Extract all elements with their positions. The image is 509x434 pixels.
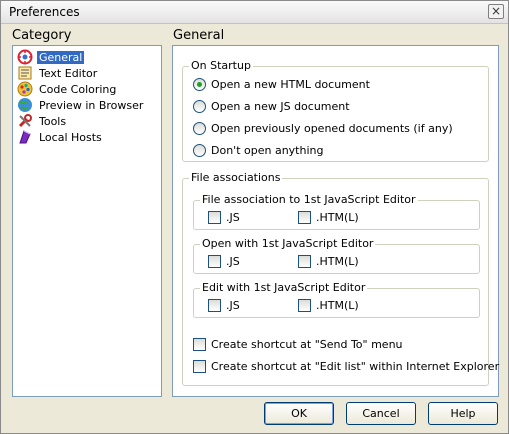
tree-label-text-editor: Text Editor xyxy=(39,66,98,80)
shortcut-edit-list-label: Create shortcut at "Edit list" within In… xyxy=(211,360,500,373)
startup-group-label: On Startup xyxy=(189,59,253,72)
tree-item-preview-browser[interactable]: Preview in Browser xyxy=(17,97,145,113)
tree-label-tools: Tools xyxy=(39,114,67,128)
radio-none[interactable] xyxy=(193,144,206,157)
assoc-2-js[interactable]: .JS xyxy=(208,255,240,268)
assoc-2-htm-label: .HTM(L) xyxy=(316,255,359,268)
tree-item-local-hosts[interactable]: Local Hosts xyxy=(17,129,104,145)
shortcut-edit-list[interactable]: Create shortcut at "Edit list" within In… xyxy=(193,360,499,373)
close-icon: × xyxy=(490,4,502,18)
general-heading: General xyxy=(173,28,225,43)
assoc-3-js-label: .JS xyxy=(226,299,240,312)
radio-js[interactable] xyxy=(193,100,206,113)
startup-option-js[interactable]: Open a new JS document xyxy=(193,100,350,113)
assoc-3-htm-checkbox[interactable] xyxy=(298,299,311,312)
assoc-2-htm[interactable]: .HTM(L) xyxy=(298,255,359,268)
tree-label-code-coloring: Code Coloring xyxy=(39,82,117,96)
tree-item-general[interactable]: General xyxy=(17,49,85,65)
assoc-subgroup-2: Open with 1st JavaScript Editor .JS .HTM… xyxy=(193,237,480,274)
code-coloring-icon xyxy=(17,81,33,97)
tree-label-local-hosts: Local Hosts xyxy=(39,130,102,144)
assoc-2-js-checkbox[interactable] xyxy=(208,255,221,268)
startup-option-js-label: Open a new JS document xyxy=(211,100,350,113)
tree-item-text-editor[interactable]: Text Editor xyxy=(17,65,99,81)
startup-option-html-label: Open a new HTML document xyxy=(211,78,370,91)
assoc-subgroup-1: File association to 1st JavaScript Edito… xyxy=(193,193,480,230)
assoc-1-htm-checkbox[interactable] xyxy=(298,211,311,224)
startup-option-html[interactable]: Open a new HTML document xyxy=(193,78,370,91)
assoc-1-js-label: .JS xyxy=(226,211,240,224)
local-hosts-icon xyxy=(17,129,33,145)
radio-previous[interactable] xyxy=(193,122,206,135)
tree-item-code-coloring[interactable]: Code Coloring xyxy=(17,81,118,97)
assoc-3-js[interactable]: .JS xyxy=(208,299,240,312)
general-panel: On Startup Open a new HTML document Open… xyxy=(172,45,499,397)
assoc-1-htm[interactable]: .HTM(L) xyxy=(298,211,359,224)
associations-group: File associations File association to 1s… xyxy=(182,171,499,386)
help-button[interactable]: Help xyxy=(428,402,498,425)
assoc-1-js-checkbox[interactable] xyxy=(208,211,221,224)
startup-option-none-label: Don't open anything xyxy=(211,144,324,157)
assoc-2-js-label: .JS xyxy=(226,255,240,268)
associations-group-label: File associations xyxy=(189,171,283,184)
assoc-3-htm-label: .HTM(L) xyxy=(316,299,359,312)
close-button[interactable]: × xyxy=(488,4,504,19)
startup-group: On Startup Open a new HTML document Open… xyxy=(182,59,489,162)
tree-label-preview-browser: Preview in Browser xyxy=(39,98,144,112)
assoc-1-js[interactable]: .JS xyxy=(208,211,240,224)
assoc-subgroup-3-label: Edit with 1st JavaScript Editor xyxy=(200,281,368,294)
general-icon xyxy=(17,49,33,65)
shortcut-send-to[interactable]: Create shortcut at "Send To" menu xyxy=(193,338,403,351)
preferences-window: Preferences × Category General General T… xyxy=(0,0,509,434)
assoc-2-htm-checkbox[interactable] xyxy=(298,255,311,268)
radio-html[interactable] xyxy=(193,78,206,91)
assoc-subgroup-1-label: File association to 1st JavaScript Edito… xyxy=(200,193,418,206)
tree-item-tools[interactable]: Tools xyxy=(17,113,68,129)
assoc-3-js-checkbox[interactable] xyxy=(208,299,221,312)
text-editor-icon xyxy=(17,65,33,81)
category-tree[interactable]: General Text Editor Code Coloring Previe… xyxy=(12,45,162,397)
startup-option-none[interactable]: Don't open anything xyxy=(193,144,323,157)
window-title: Preferences xyxy=(9,5,80,19)
assoc-1-htm-label: .HTM(L) xyxy=(316,211,359,224)
assoc-subgroup-3: Edit with 1st JavaScript Editor .JS .HTM… xyxy=(193,281,480,318)
shortcut-edit-list-checkbox[interactable] xyxy=(193,360,206,373)
shortcut-send-to-checkbox[interactable] xyxy=(193,338,206,351)
preview-browser-icon xyxy=(17,97,33,113)
ok-button[interactable]: OK xyxy=(264,402,334,425)
startup-option-previous-label: Open previously opened documents (if any… xyxy=(211,122,453,135)
tools-icon xyxy=(17,113,33,129)
title-bar[interactable]: Preferences × xyxy=(1,1,508,24)
category-heading: Category xyxy=(12,28,72,43)
cancel-button[interactable]: Cancel xyxy=(346,402,416,425)
assoc-3-htm[interactable]: .HTM(L) xyxy=(298,299,359,312)
tree-label-general: General xyxy=(37,50,85,64)
startup-option-previous[interactable]: Open previously opened documents (if any… xyxy=(193,122,453,135)
shortcut-send-to-label: Create shortcut at "Send To" menu xyxy=(211,338,403,351)
assoc-subgroup-2-label: Open with 1st JavaScript Editor xyxy=(200,237,376,250)
